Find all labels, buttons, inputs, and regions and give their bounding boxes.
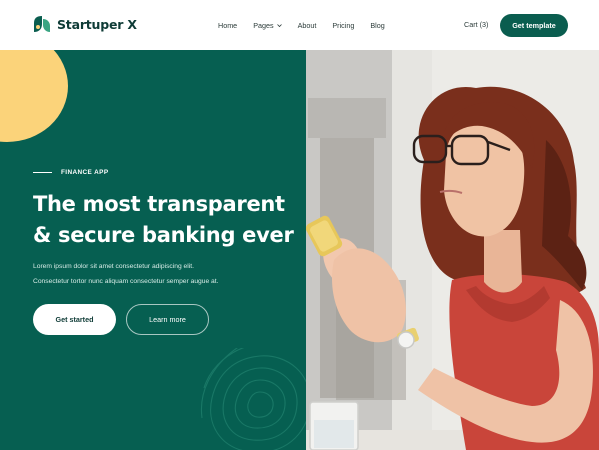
nav-item-blog[interactable]: Blog [370, 21, 384, 30]
brand-logo[interactable]: Startuper X [33, 15, 137, 33]
chevron-down-icon [276, 23, 282, 27]
learn-more-button[interactable]: Learn more [126, 304, 209, 335]
hero-description: Lorem ipsum dolor sit amet consectetur a… [33, 259, 283, 289]
hero-eyebrow: FINANCE APP [33, 169, 108, 176]
get-started-button[interactable]: Get started [33, 304, 116, 335]
description-line-2: Consectetur tortor nunc aliquam consecte… [33, 278, 219, 285]
nav-item-label: About [297, 20, 317, 30]
headline-line-2: & secure banking ever [33, 223, 294, 247]
leaf-logo-icon [34, 16, 50, 32]
hero-panel: FINANCE APP The most transparent & secur… [0, 50, 306, 450]
hero-photo [306, 50, 599, 450]
hero-headline: The most transparent & secure banking ev… [33, 189, 298, 251]
eyebrow-divider [33, 172, 52, 173]
cart-label: Cart [464, 20, 478, 29]
eyebrow-text: FINANCE APP [61, 169, 109, 176]
nav-item-about[interactable]: About [298, 21, 317, 30]
nav-item-label: Home [218, 20, 238, 30]
decorative-circle [0, 50, 68, 142]
site-header: Startuper X Home Pages About Pricing Blo… [0, 0, 599, 50]
nav-item-home[interactable]: Home [218, 21, 237, 30]
main-nav: Home Pages About Pricing Blog [218, 0, 401, 50]
description-line-1: Lorem ipsum dolor sit amet consectetur a… [33, 263, 194, 270]
headline-line-1: The most transparent [33, 192, 285, 216]
woman-using-phone-illustration [306, 50, 599, 450]
nav-item-label: Pages [253, 20, 274, 30]
nav-item-label: Pricing [332, 20, 355, 30]
brand-name: Startuper X [57, 16, 137, 32]
contour-pattern-decoration [200, 348, 306, 450]
nav-item-pricing[interactable]: Pricing [332, 21, 354, 30]
nav-item-pages[interactable]: Pages [253, 20, 282, 30]
get-template-button[interactable]: Get template [500, 14, 568, 37]
nav-item-label: Blog [370, 20, 385, 30]
cart-link[interactable]: Cart (3) [464, 20, 488, 29]
cart-count: (3) [479, 20, 489, 29]
